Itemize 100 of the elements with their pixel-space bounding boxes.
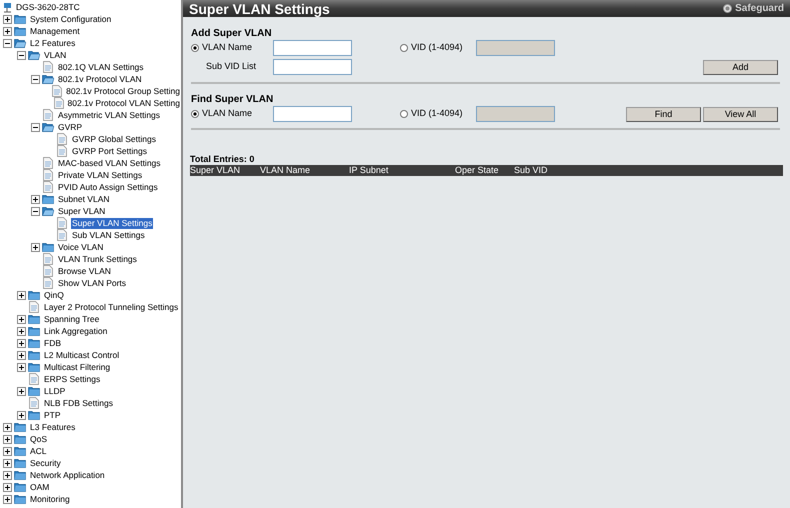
tree-item[interactable]: Link Aggregation: [43, 326, 108, 336]
tree-item[interactable]: Monitoring: [29, 494, 71, 504]
expand-icon[interactable]: [17, 386, 26, 396]
collapse-icon[interactable]: [17, 50, 26, 60]
vlan-name-field[interactable]: [273, 106, 352, 122]
find-button[interactable]: Find: [626, 106, 701, 122]
folder-icon: [28, 289, 40, 301]
expand-icon[interactable]: [17, 338, 26, 348]
expand-icon[interactable]: [17, 410, 26, 420]
expand-icon[interactable]: [17, 362, 26, 372]
tree-item[interactable]: 802.1Q VLAN Settings: [57, 62, 145, 72]
tree-item[interactable]: Network Application: [29, 470, 106, 480]
tree-item[interactable]: GVRP: [57, 122, 84, 132]
document-icon: [42, 181, 54, 193]
expand-icon[interactable]: [3, 14, 12, 24]
tree-item[interactable]: VLAN Trunk Settings: [57, 254, 138, 264]
tree-item[interactable]: L3 Features: [29, 422, 76, 432]
tree-item[interactable]: Private VLAN Settings: [57, 170, 144, 180]
folder-icon: [14, 457, 26, 469]
collapse-icon[interactable]: [3, 38, 12, 48]
expand-icon[interactable]: [31, 194, 40, 204]
column-header[interactable]: Super VLAN: [190, 166, 260, 175]
tree-item[interactable]: Subnet VLAN: [57, 194, 111, 204]
folder-icon: [28, 349, 40, 361]
tree-item[interactable]: Super VLAN Settings: [71, 218, 154, 228]
tree-item[interactable]: QinQ: [43, 290, 65, 300]
expand-icon[interactable]: [3, 26, 12, 36]
folder-icon: [14, 493, 26, 505]
expand-icon[interactable]: [3, 434, 12, 444]
expand-icon[interactable]: [17, 350, 26, 360]
tree-item[interactable]: Spanning Tree: [43, 314, 100, 324]
tree-item[interactable]: GVRP Global Settings: [71, 134, 157, 144]
tree-item[interactable]: Multicast Filtering: [43, 362, 112, 372]
tree-item[interactable]: System Configuration: [29, 14, 112, 24]
radio-button[interactable]: [400, 110, 408, 118]
tree-item[interactable]: Security: [29, 458, 62, 468]
vlan-name-field[interactable]: [273, 40, 352, 56]
tree-item[interactable]: Browse VLAN: [57, 266, 112, 276]
tree-item[interactable]: PVID Auto Assign Settings: [57, 182, 159, 192]
view-all-button[interactable]: View All: [703, 106, 778, 122]
radio-button[interactable]: [191, 44, 199, 52]
tree-item[interactable]: Sub VLAN Settings: [71, 230, 146, 240]
open-folder-icon: [28, 49, 40, 61]
tree-item[interactable]: ACL: [29, 446, 48, 456]
tree-item[interactable]: L2 Multicast Control: [43, 350, 120, 360]
expand-icon[interactable]: [17, 290, 26, 300]
column-header[interactable]: Oper State: [455, 166, 514, 175]
column-header[interactable]: VLAN Name: [260, 166, 349, 175]
expand-icon[interactable]: [17, 314, 26, 324]
expand-icon[interactable]: [3, 494, 12, 504]
radio-label: VID (1-4094): [411, 107, 463, 120]
tree-item[interactable]: LLDP: [43, 386, 66, 396]
section-title: Add Super VLAN: [191, 27, 273, 38]
document-icon: [56, 229, 68, 241]
tree-item[interactable]: L2 Features: [29, 38, 76, 48]
expand-icon[interactable]: [3, 470, 12, 480]
radio-label: VID (1-4094): [411, 41, 463, 54]
tree-item[interactable]: Voice VLAN: [57, 242, 104, 252]
document-icon: [42, 109, 54, 121]
tree-item[interactable]: 802.1v Protocol VLAN: [57, 74, 143, 84]
expand-icon[interactable]: [3, 482, 12, 492]
tree-item[interactable]: OAM: [29, 482, 50, 492]
add-button[interactable]: Add: [703, 60, 778, 74]
sub-vid-field[interactable]: [273, 59, 352, 75]
tree-item[interactable]: Super VLAN: [57, 206, 106, 216]
tree-item[interactable]: NLB FDB Settings: [43, 398, 114, 408]
document-icon: [56, 145, 68, 157]
tree-item[interactable]: MAC-based VLAN Settings: [57, 158, 162, 168]
folder-icon: [28, 409, 40, 421]
expand-icon[interactable]: [3, 446, 12, 456]
safeguard-label: Safeguard: [735, 2, 784, 16]
tree-item[interactable]: GVRP Port Settings: [71, 146, 148, 156]
collapse-icon[interactable]: [31, 74, 40, 84]
expand-icon[interactable]: [31, 242, 40, 252]
tree-item[interactable]: Management: [29, 26, 81, 36]
folder-icon: [14, 25, 26, 37]
expand-icon[interactable]: [3, 458, 12, 468]
radio-button[interactable]: [191, 110, 199, 118]
column-header[interactable]: Sub VID: [514, 166, 574, 175]
tree-item[interactable]: ERPS Settings: [43, 374, 102, 384]
tree-root-label[interactable]: DGS-3620-28TC: [16, 0, 80, 14]
tree-item[interactable]: 802.1v Protocol Group Setting: [65, 86, 181, 96]
collapse-icon[interactable]: [31, 206, 40, 216]
tree-item[interactable]: PTP: [43, 410, 62, 420]
document-icon: [52, 97, 65, 109]
collapse-icon[interactable]: [31, 122, 40, 132]
open-folder-icon: [42, 121, 54, 133]
expand-icon[interactable]: [3, 422, 12, 432]
tree-item[interactable]: 802.1v Protocol VLAN Setting: [66, 98, 181, 108]
radio-button[interactable]: [400, 44, 408, 52]
expand-icon[interactable]: [17, 326, 26, 336]
tree-item[interactable]: QoS: [29, 434, 48, 444]
tree-item[interactable]: VLAN: [43, 50, 68, 60]
tree-item[interactable]: FDB: [43, 338, 62, 348]
tree-item[interactable]: Layer 2 Protocol Tunneling Settings: [43, 302, 180, 312]
document-icon: [42, 169, 54, 181]
tree-item[interactable]: Show VLAN Ports: [57, 278, 128, 288]
tree-item[interactable]: Asymmetric VLAN Settings: [57, 110, 162, 120]
column-header[interactable]: IP Subnet: [349, 166, 455, 175]
folder-icon: [42, 241, 54, 253]
